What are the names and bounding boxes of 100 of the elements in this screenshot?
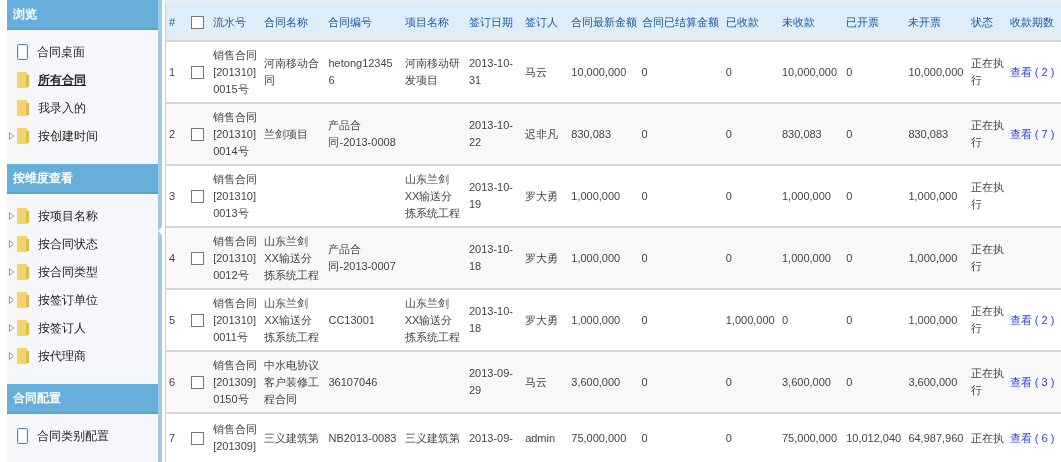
folder-icon: [17, 320, 29, 336]
table-cell: 75,000,000: [781, 431, 838, 444]
table-cell: 河南移动合同: [264, 57, 320, 86]
table-cell: 0: [641, 313, 648, 326]
table-cell: 山东兰剑XX输送分拣系统工程: [264, 234, 320, 281]
checkbox[interactable]: [191, 252, 205, 266]
view-link[interactable]: 查看 ( 3 ): [1009, 375, 1055, 388]
table-cell: 3,600,000: [908, 375, 958, 388]
table-cell: 1,000,000: [571, 189, 621, 202]
sidebar-item[interactable]: 按签订人: [38, 319, 86, 337]
folder-icon: [17, 100, 29, 116]
expand-triangle-icon[interactable]: [9, 240, 16, 248]
table-cell: 兰剑项目: [264, 127, 309, 140]
expand-triangle-icon[interactable]: [9, 132, 16, 140]
folder-icon: [17, 348, 29, 364]
sidebar-item[interactable]: 按合同类型: [38, 263, 98, 281]
row-number: 5: [169, 313, 176, 326]
sidebar-item[interactable]: 按代理商: [38, 347, 86, 365]
checkbox[interactable]: [191, 376, 205, 390]
table-cell: 1,000,000: [781, 189, 831, 202]
table-cell: 1,000,000: [571, 313, 621, 326]
table-cell: 销售合同[201309]0150号: [213, 358, 258, 405]
table-cell: 罗大勇: [525, 251, 559, 264]
checkbox[interactable]: [191, 190, 205, 204]
table-cell: 0: [846, 313, 853, 326]
table-cell: 0: [641, 65, 648, 78]
table-cell: 0: [641, 127, 648, 140]
table-cell: 830,083: [781, 127, 822, 140]
table-cell: 830,083: [908, 127, 949, 140]
table-cell: 正在执行: [970, 57, 1004, 86]
sidebar-item[interactable]: 我录入的: [38, 99, 86, 117]
sidebar-item[interactable]: 按合同状态: [38, 235, 98, 253]
checkbox[interactable]: [191, 432, 205, 446]
table-cell: 0: [846, 251, 853, 264]
table-cell: 2013-10-31: [468, 57, 513, 86]
folder-icon: [17, 236, 29, 252]
view-link[interactable]: 查看 ( 6 ): [1009, 431, 1055, 444]
sidebar-item[interactable]: 所有合同: [38, 71, 86, 89]
table-cell: 罗大勇: [525, 313, 559, 326]
column-header[interactable]: 未开票: [908, 15, 942, 28]
collapse-arrow-icon[interactable]: [158, 227, 162, 235]
sidebar-item[interactable]: 按项目名称: [38, 207, 98, 225]
table-cell: 2013-10-18: [468, 243, 513, 272]
table-cell: 64,987,960: [908, 431, 964, 444]
view-link[interactable]: 查看 ( 2 ): [1009, 65, 1055, 78]
table-cell: 3,600,000: [571, 375, 621, 388]
table-cell: 10,012,040: [846, 431, 902, 444]
table-cell: 0: [641, 251, 648, 264]
document-icon: [17, 44, 28, 60]
table-cell: 马云: [525, 65, 548, 78]
table-cell: 2013-09-: [468, 431, 513, 444]
folder-icon: [17, 208, 29, 224]
table-cell: 迟非凡: [525, 127, 559, 140]
table-cell: 三义建筑第: [404, 431, 460, 444]
sidebar-item[interactable]: 合同桌面: [37, 43, 85, 61]
table-cell: 销售合同[201310]0011号: [213, 296, 258, 343]
table-cell: admin: [525, 431, 556, 444]
checkbox[interactable]: [191, 15, 205, 29]
table-cell: 马云: [525, 375, 548, 388]
table-cell: 罗大勇: [525, 189, 559, 202]
expand-triangle-icon[interactable]: [9, 268, 16, 276]
sidebar-item[interactable]: 合同类别配置: [37, 427, 109, 445]
document-icon: [17, 428, 28, 444]
expand-triangle-icon[interactable]: [9, 296, 16, 304]
table-cell: 销售合同[201310]0013号: [213, 172, 258, 219]
row-number: 4: [169, 251, 176, 264]
column-header[interactable]: #: [169, 16, 176, 28]
row-number: 3: [169, 189, 176, 202]
view-link[interactable]: 查看 ( 2 ): [1009, 313, 1055, 326]
table-cell: 36107046: [328, 375, 378, 388]
expand-triangle-icon[interactable]: [9, 324, 16, 332]
table-cell: 山东兰剑XX输送分拣系统工程: [264, 296, 320, 343]
checkbox[interactable]: [191, 314, 205, 328]
table-cell: 1,000,000: [571, 251, 621, 264]
table-cell: 0: [641, 189, 648, 202]
expand-triangle-icon[interactable]: [9, 212, 16, 220]
table-cell: 0: [846, 127, 853, 140]
table-cell: 75,000,000: [571, 431, 627, 444]
folder-icon: [17, 292, 29, 308]
table-cell: 正在执行: [970, 119, 1004, 148]
column-header[interactable]: 未收款: [781, 15, 815, 28]
table-cell: 正在执行: [970, 181, 1004, 210]
table-cell: 0: [641, 375, 648, 388]
table-cell: 正在执行: [970, 243, 1004, 272]
table-cell: 0: [641, 431, 648, 444]
table-cell: 正在执: [970, 431, 1004, 444]
row-number: 7: [169, 431, 176, 444]
sidebar-item[interactable]: 按签订单位: [38, 291, 98, 309]
table-cell: 0: [725, 431, 732, 444]
table-cell: 1,000,000: [908, 251, 958, 264]
checkbox[interactable]: [191, 128, 205, 142]
column-header[interactable]: 已开票: [846, 15, 880, 28]
checkbox[interactable]: [191, 66, 205, 80]
view-link[interactable]: 查看 ( 7 ): [1009, 127, 1055, 140]
row-number: 6: [169, 375, 176, 388]
row-number: 2: [169, 127, 176, 140]
table-cell: 山东兰剑XX输送分拣系统工程: [404, 296, 460, 343]
expand-triangle-icon[interactable]: [9, 352, 16, 360]
sidebar-item[interactable]: 按创建时间: [38, 127, 98, 145]
table-cell: 0: [725, 65, 732, 78]
